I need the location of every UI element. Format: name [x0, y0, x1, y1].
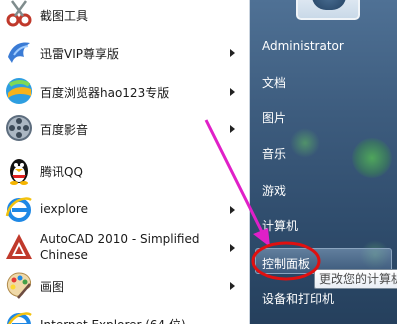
program-item-paint[interactable]: 画图: [0, 270, 249, 302]
submenu-arrow-icon: [230, 125, 235, 133]
program-label: 迅雷VIP尊享版: [40, 47, 119, 61]
right-item-documents[interactable]: 文档: [262, 74, 286, 91]
program-item-baidu-player[interactable]: 百度影音: [0, 111, 249, 145]
right-item-devices-printers[interactable]: 设备和打印机: [262, 290, 334, 307]
background-glow: [352, 138, 392, 178]
program-label: 百度浏览器hao123专版: [40, 86, 170, 100]
program-item-autocad[interactable]: AutoCAD 2010 - Simplified Chinese: [0, 229, 249, 267]
program-label: 百度影音: [40, 123, 89, 137]
ie-icon: [4, 194, 34, 224]
control-panel-tooltip: 更改您的计算机: [314, 269, 397, 289]
thunder-bird-icon: [4, 37, 34, 67]
program-item-snipping-tool[interactable]: 截图工具: [0, 0, 249, 28]
submenu-arrow-icon: [230, 206, 235, 214]
program-item-ie64[interactable]: Internet Explorer (64 位): [0, 307, 249, 324]
program-label: 画图: [40, 280, 65, 294]
program-label: 腾讯QQ: [40, 165, 83, 179]
paint-palette-icon: [4, 270, 34, 300]
right-item-games[interactable]: 游戏: [262, 182, 286, 199]
ie-64-icon: [4, 309, 34, 324]
submenu-arrow-icon: [230, 88, 235, 96]
program-item-qq[interactable]: 腾讯QQ: [0, 154, 249, 186]
right-item-control-panel[interactable]: 控制面板: [262, 255, 310, 272]
scissors-icon: [4, 0, 34, 28]
film-reel-icon: [4, 113, 34, 143]
program-label: Internet Explorer (64 位): [40, 316, 186, 324]
program-list: 截图工具 迅雷VIP尊享版 百度浏览器hao123专版 百度影音 腾讯QQ ie…: [0, 0, 250, 324]
autocad-icon: [4, 232, 34, 262]
program-item-baidu-browser[interactable]: 百度浏览器hao123专版: [0, 73, 249, 109]
program-label: 截图工具: [40, 9, 89, 23]
right-item-computer[interactable]: 计算机: [262, 217, 298, 234]
user-picture-image: [312, 0, 346, 10]
program-item-thunder[interactable]: 迅雷VIP尊享版: [0, 35, 249, 69]
right-item-user[interactable]: Administrator: [262, 39, 344, 53]
user-picture[interactable]: [296, 0, 360, 20]
submenu-arrow-icon: [230, 282, 235, 290]
program-item-iexplore[interactable]: iexplore: [0, 192, 249, 226]
right-item-pictures[interactable]: 图片: [262, 109, 286, 126]
program-label: iexplore: [40, 202, 88, 216]
program-label: AutoCAD 2010 - Simplified Chinese: [40, 232, 200, 262]
baidu-browser-icon: [4, 76, 34, 106]
submenu-arrow-icon: [230, 244, 235, 252]
right-item-music[interactable]: 音乐: [262, 145, 286, 162]
qq-penguin-icon: [4, 155, 34, 185]
background-glow: [290, 128, 320, 158]
submenu-arrow-icon: [230, 49, 235, 57]
